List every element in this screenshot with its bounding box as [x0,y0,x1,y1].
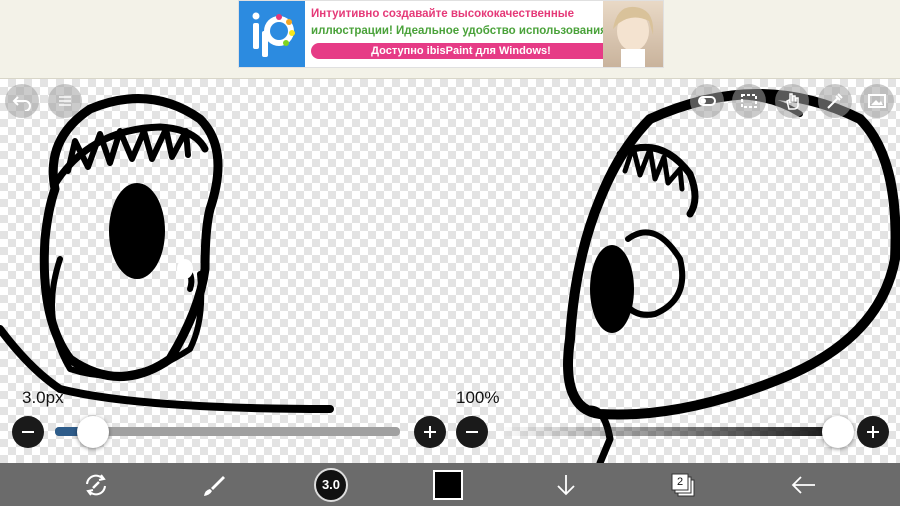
back-arrow-icon [791,475,815,494]
opacity-track[interactable] [500,427,845,436]
opacity-label: 100% [456,388,500,407]
plus-icon [424,426,436,438]
selection-button[interactable] [732,84,766,118]
brush-size-value: 3.0 [314,467,348,502]
redo-icon [59,96,71,106]
color-button[interactable] [430,463,466,506]
drawing-canvas[interactable]: 3.0px 100% [0,79,900,463]
transform-tool-button[interactable] [78,463,114,506]
ad-headline: Интуитивно создавайте высококачественные [311,8,574,20]
ad-character-image [603,1,663,67]
brush-icon [204,475,225,496]
hand-icon [786,93,799,110]
minus-icon [466,431,478,433]
selection-icon [741,94,757,108]
ibispaint-logo [239,1,305,67]
brush-size-label: 3.0px [22,388,64,407]
plus-icon [867,426,879,438]
brush-size-increase-button[interactable] [414,416,446,448]
ad-bar: Интуитивно создавайте высококачественные… [0,0,900,79]
image-icon [868,94,886,108]
color-swatch [433,469,463,500]
bottom-toolbar: 3.0 2 [0,463,900,506]
brush-size-knob[interactable] [77,416,109,448]
toggle-icon [698,96,716,106]
layers-button[interactable]: 2 [665,463,701,506]
layers-icon: 2 [670,472,696,498]
brush-tool-button[interactable] [196,463,232,506]
eyedropper-icon [827,93,843,109]
down-button[interactable] [548,463,584,506]
opacity-decrease-button[interactable] [456,416,488,448]
back-button[interactable] [785,463,821,506]
down-arrow-icon [557,474,575,495]
hand-tool-button[interactable] [775,84,809,118]
opacity-knob[interactable] [822,416,854,448]
reference-button[interactable] [860,84,894,118]
transform-icon [86,473,106,496]
toggle-button[interactable] [690,84,724,118]
minus-icon [22,431,34,433]
brush-size-decrease-button[interactable] [12,416,44,448]
undo-button[interactable] [5,84,39,118]
line-drawing [0,89,900,463]
redo-button[interactable] [48,84,82,118]
brush-size-button[interactable]: 3.0 [313,463,349,506]
undo-icon [12,96,31,111]
opacity-increase-button[interactable] [857,416,889,448]
layer-count: 2 [676,475,684,488]
ad-subheadline: иллюстрации! Идеальное удобство использо… [311,25,611,37]
eyedropper-button[interactable] [818,84,852,118]
ad-cta-button[interactable]: Доступно ibisPaint для Windows! [311,43,611,59]
ad-banner[interactable]: Интуитивно создавайте высококачественные… [238,0,664,68]
